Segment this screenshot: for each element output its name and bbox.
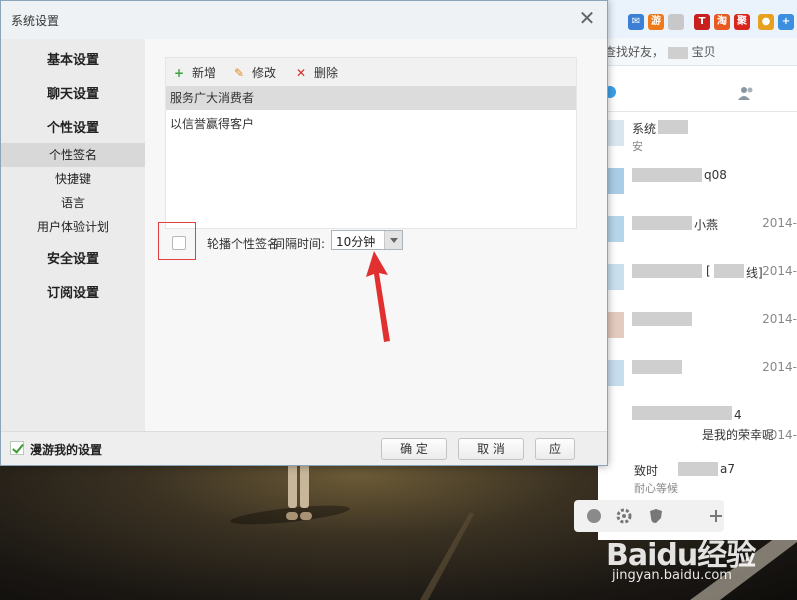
game-icon[interactable]: 游 xyxy=(648,14,664,30)
watermark-url: jingyan.baidu.com xyxy=(612,568,732,583)
im-bottom-toolbar xyxy=(574,500,724,532)
sidebar-item-subscription-settings[interactable]: 订阅设置 xyxy=(1,282,145,301)
im-search-input[interactable]: 查找好友， 宝贝 xyxy=(598,38,797,66)
add-label: 新增 xyxy=(192,66,217,80)
contact-name: 小燕 xyxy=(694,218,719,232)
close-button[interactable]: ✕ xyxy=(577,8,597,28)
add-icon[interactable] xyxy=(708,508,724,524)
signature-toolbar: + 新增 ✎ 修改 ✕ 删除 xyxy=(166,58,576,86)
blurred-block xyxy=(632,168,702,182)
contact-subtext: 耐心等候 xyxy=(634,482,678,495)
taobao-icon[interactable]: 淘 xyxy=(714,14,730,30)
blurred-block xyxy=(632,216,692,230)
settings-sidebar: 基本设置 聊天设置 个性设置 个性签名 快捷键 语言 用户体验计划 安全设置 订… xyxy=(1,39,145,431)
mail-icon[interactable]: ✉ xyxy=(628,14,644,30)
im-search-placeholder: 查找好友， xyxy=(604,45,665,59)
rotate-signature-checkbox[interactable] xyxy=(172,236,186,250)
add-app-icon[interactable]: + xyxy=(778,14,794,30)
sidebar-item-chat-settings[interactable]: 聊天设置 xyxy=(1,83,145,102)
contact-name: [ xyxy=(706,264,711,278)
edit-button[interactable]: ✎ 修改 xyxy=(234,64,276,80)
blurred-block xyxy=(632,312,692,326)
edit-label: 修改 xyxy=(252,66,277,80)
fashion-icon[interactable]: 聚 xyxy=(734,14,750,30)
interval-value: 10分钟 xyxy=(336,235,376,249)
sidebar-item-language[interactable]: 语言 xyxy=(1,194,145,211)
delete-button[interactable]: ✕ 删除 xyxy=(296,64,338,80)
im-tabs xyxy=(598,66,797,112)
delete-x-icon: ✕ xyxy=(296,66,307,80)
sidebar-item-personal-settings[interactable]: 个性设置 xyxy=(1,117,145,136)
add-button[interactable]: + 新增 xyxy=(174,64,216,80)
dialog-footer: 漫游我的设置 确 定 取 消 应 xyxy=(1,431,607,465)
system-settings-dialog: 系统设置 ✕ 基本设置 聊天设置 个性设置 个性签名 快捷键 语言 用户体验计划… xyxy=(0,0,608,466)
contact-row[interactable]: 4 是我的荣幸呢 2014- xyxy=(598,402,797,450)
blurred-block xyxy=(714,264,744,278)
contact-row[interactable]: 2014- xyxy=(598,354,797,402)
im-search-suffix: 宝贝 xyxy=(691,45,716,59)
contact-row[interactable]: 2014- xyxy=(598,306,797,354)
contact-row[interactable]: 系统 安 xyxy=(598,114,797,162)
signature-item[interactable]: 服务广大消费者 xyxy=(166,86,576,110)
baidu-jingyan-watermark: Baidu经验 jingyan.baidu.com xyxy=(606,530,796,590)
dialog-titlebar[interactable]: 系统设置 ✕ xyxy=(1,1,607,39)
red-annotation-arrow xyxy=(366,251,390,342)
contact-name: 系统 xyxy=(632,122,657,136)
signature-panel: + 新增 ✎ 修改 ✕ 删除 服务广大消费者 以信誉赢得客户 xyxy=(165,57,577,229)
plus-icon: + xyxy=(174,66,185,80)
settings-content: + 新增 ✎ 修改 ✕ 删除 服务广大消费者 以信誉赢得客户 轮播个性签名 间隔时间:… xyxy=(145,39,607,431)
blurred-block xyxy=(632,406,732,420)
sidebar-item-basic-settings[interactable]: 基本设置 xyxy=(1,49,145,68)
contact-subtext: 安 xyxy=(632,140,643,153)
contact-name: q08 xyxy=(704,168,727,182)
dialog-title: 系统设置 xyxy=(11,14,60,28)
contact-row[interactable]: [ 线] 2014- xyxy=(598,258,797,306)
sidebar-item-hotkeys[interactable]: 快捷键 xyxy=(1,170,145,187)
delete-label: 删除 xyxy=(314,66,339,80)
gear-icon[interactable] xyxy=(616,508,632,524)
sidebar-item-experience-plan[interactable]: 用户体验计划 xyxy=(1,218,145,235)
roam-settings-checkbox[interactable] xyxy=(10,441,24,455)
contact-row[interactable]: 小燕 2014- xyxy=(598,210,797,258)
cancel-button[interactable]: 取 消 xyxy=(458,438,524,460)
signature-item[interactable]: 以信誉赢得客户 xyxy=(166,112,576,136)
contact-row[interactable]: 致时 a7 耐心等候 xyxy=(598,456,797,504)
contact-date: 2014- xyxy=(762,216,797,230)
sidebar-item-signature[interactable]: 个性签名 xyxy=(1,143,145,167)
walker-legs xyxy=(284,462,314,520)
t-icon[interactable]: T xyxy=(694,14,710,30)
interval-select[interactable]: 10分钟 xyxy=(331,230,403,250)
contact-name: 致时 xyxy=(634,464,659,478)
blurred-block xyxy=(632,360,682,374)
blurred-block xyxy=(667,46,688,59)
pencil-icon: ✎ xyxy=(234,66,245,80)
contact-name: a7 xyxy=(720,462,735,476)
contact-name: 4 xyxy=(734,408,742,422)
pet-icon[interactable]: ● xyxy=(758,14,774,30)
menu-logo-icon[interactable] xyxy=(586,508,602,524)
contact-subtext: 线] xyxy=(746,266,763,280)
apply-button[interactable]: 应 xyxy=(535,438,575,460)
chevron-down-icon[interactable] xyxy=(384,231,402,249)
blurred-block xyxy=(658,120,688,134)
contact-date: 2014- xyxy=(762,264,797,278)
contact-row[interactable]: q08 xyxy=(598,162,797,210)
blurred-block xyxy=(632,264,702,278)
im-main-window: ✉ 游 T 淘 聚 ● + 查找好友， 宝贝 系统 安 q08 小燕 2014- xyxy=(598,0,797,540)
contact-date: 2014- xyxy=(762,428,797,442)
contact-date: 2014- xyxy=(762,360,797,374)
roam-settings-label[interactable]: 漫游我的设置 xyxy=(30,441,102,458)
im-topbar: ✉ 游 T 淘 聚 ● + xyxy=(598,0,797,38)
blurred-icon xyxy=(668,14,684,30)
group-tab-icon[interactable] xyxy=(738,86,754,100)
interval-label: 间隔时间: xyxy=(273,237,326,251)
sidebar-item-security-settings[interactable]: 安全设置 xyxy=(1,248,145,267)
contact-date: 2014- xyxy=(762,312,797,326)
blurred-block xyxy=(678,462,718,476)
shield-icon[interactable] xyxy=(648,508,664,524)
rotate-signature-label: 轮播个性签名 xyxy=(207,237,280,251)
ok-button[interactable]: 确 定 xyxy=(381,438,447,460)
